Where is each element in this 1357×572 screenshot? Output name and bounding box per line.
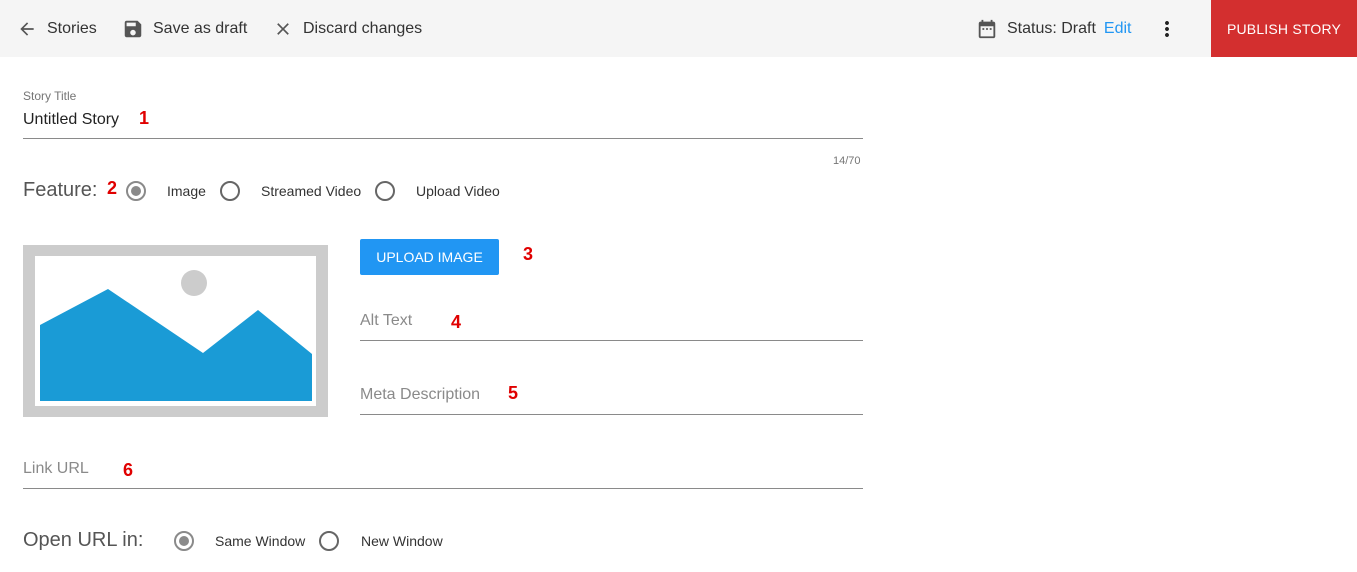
status-group: Status: Draft Edit (976, 0, 1132, 57)
upload-image-button[interactable]: UPLOAD IMAGE (360, 239, 499, 275)
feature-upload-video-radio[interactable] (375, 181, 395, 201)
marker-4: 4 (451, 312, 462, 332)
calendar-icon (976, 18, 998, 40)
open-url-label: Open URL in: (23, 529, 144, 551)
top-toolbar: Stories Save as draft Discard changes St… (0, 0, 1357, 57)
image-placeholder-icon (23, 245, 328, 417)
alt-text-input[interactable]: Alt Text (360, 312, 412, 330)
title-char-counter: 14/70 (833, 155, 861, 167)
save-draft-button[interactable]: Save as draft (122, 0, 247, 57)
feature-upload-video-label[interactable]: Upload Video (416, 183, 500, 199)
feature-streamed-video-radio[interactable] (220, 181, 240, 201)
meta-description-underline (360, 414, 863, 415)
open-same-window-radio[interactable] (174, 531, 194, 551)
close-icon (273, 19, 293, 39)
story-title-label: Story Title (23, 89, 77, 103)
discard-changes-label: Discard changes (303, 19, 423, 37)
marker-6: 6 (123, 460, 134, 480)
marker-3: 3 (523, 244, 534, 264)
back-label: Stories (47, 19, 97, 37)
edit-status-link[interactable]: Edit (1104, 20, 1132, 38)
feature-image-radio[interactable] (126, 181, 146, 201)
link-url-underline (23, 488, 863, 489)
feature-streamed-video-label[interactable]: Streamed Video (261, 183, 361, 199)
save-draft-label: Save as draft (153, 19, 248, 37)
feature-image-label[interactable]: Image (167, 183, 206, 199)
arrow-left-icon (17, 19, 37, 39)
marker-1: 1 (139, 108, 150, 128)
more-vertical-icon (1155, 17, 1179, 41)
open-new-window-label[interactable]: New Window (361, 533, 443, 549)
back-to-stories-button[interactable]: Stories (17, 0, 97, 57)
image-preview (23, 245, 328, 417)
marker-2: 2 (107, 178, 118, 198)
open-same-window-label[interactable]: Same Window (215, 533, 305, 549)
story-title-underline (23, 138, 863, 139)
feature-label: Feature: (23, 179, 98, 201)
open-new-window-radio[interactable] (319, 531, 339, 551)
link-url-input[interactable]: Link URL (23, 460, 89, 478)
meta-description-input[interactable]: Meta Description (360, 386, 480, 404)
alt-text-underline (360, 340, 863, 341)
status-text: Status: Draft (1007, 19, 1096, 37)
more-options-button[interactable] (1155, 0, 1179, 57)
marker-5: 5 (508, 383, 519, 403)
story-title-input[interactable]: Untitled Story (23, 111, 119, 129)
floppy-disk-icon (122, 18, 144, 40)
discard-changes-button[interactable]: Discard changes (273, 0, 422, 57)
publish-story-button[interactable]: PUBLISH STORY (1211, 0, 1357, 57)
